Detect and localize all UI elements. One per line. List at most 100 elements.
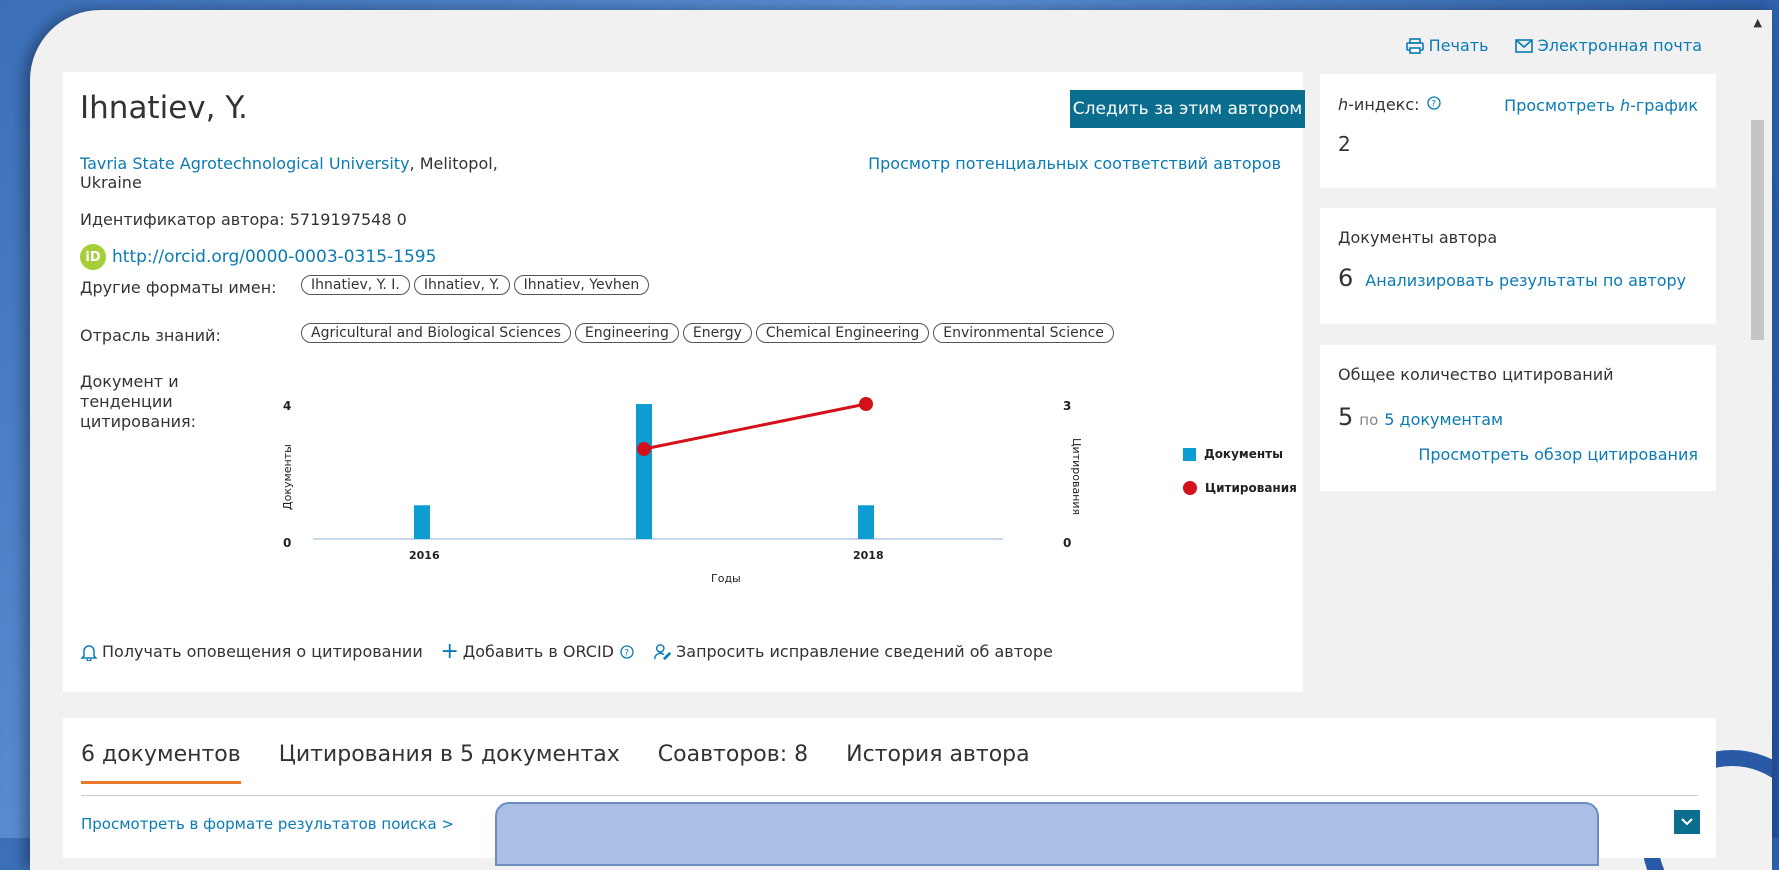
orcid-row: iD http://orcid.org/0000-0003-0315-1595 bbox=[80, 244, 436, 270]
subject-chip: Engineering bbox=[574, 323, 679, 343]
orcid-icon: iD bbox=[80, 244, 106, 270]
print-label: Печать bbox=[1428, 36, 1489, 55]
plus-icon: + bbox=[440, 639, 459, 664]
citation-alerts-link[interactable]: Получать оповещения о цитировании bbox=[80, 642, 423, 661]
overlay-panel bbox=[495, 802, 1599, 866]
author-name: Ihnatiev, Y. bbox=[80, 90, 248, 126]
analyze-results-link[interactable]: Анализировать результаты по автору bbox=[1365, 271, 1686, 290]
tab-citations[interactable]: Цитирования в 5 документах bbox=[279, 742, 620, 784]
author-documents-card: Документы автора 6 Анализировать результ… bbox=[1320, 208, 1716, 324]
top-toolbar: Печать Электронная почта bbox=[1405, 36, 1702, 55]
scrollbar-thumb[interactable] bbox=[1751, 120, 1764, 340]
trends-label: Документ и тенденции цитирования: bbox=[80, 372, 197, 431]
documents-bar bbox=[636, 404, 652, 539]
bell-icon bbox=[80, 643, 98, 661]
total-citations-title: Общее количество цитирований bbox=[1338, 365, 1614, 384]
citing-documents-link[interactable]: 5 документам bbox=[1384, 410, 1503, 429]
total-citations-count: 5 bbox=[1338, 403, 1354, 431]
h-index-card: h-индекс: ? Просмотреть h-график 2 bbox=[1320, 74, 1716, 188]
author-profile-card: Ihnatiev, Y. Следить за этим автором Tav… bbox=[63, 72, 1305, 692]
view-h-graph-suffix: -график bbox=[1630, 96, 1698, 115]
email-label: Электронная почта bbox=[1537, 36, 1702, 55]
right-tick-bottom: 0 bbox=[1063, 536, 1071, 550]
affiliation-country: Ukraine bbox=[80, 173, 142, 192]
help-icon[interactable]: ? bbox=[618, 643, 636, 661]
left-tick-bottom: 0 bbox=[283, 536, 291, 550]
results-tabs: 6 документов Цитирования в 5 документах … bbox=[81, 742, 1030, 784]
subject-chip: Energy bbox=[682, 323, 752, 343]
author-id: Идентификатор автора: 5719197548 0 bbox=[80, 210, 407, 229]
view-as-search-results-link[interactable]: Просмотреть в формате результатов поиска… bbox=[81, 815, 454, 833]
view-h-graph-prefix: Просмотреть bbox=[1504, 96, 1620, 115]
svg-text:?: ? bbox=[624, 648, 629, 658]
view-h-graph-link[interactable]: Просмотреть h-график bbox=[1504, 96, 1698, 115]
tab-author-history[interactable]: История автора bbox=[846, 742, 1030, 784]
subject-area-list: Agricultural and Biological Sciences Eng… bbox=[301, 323, 1114, 343]
author-documents-row: 6 Анализировать результаты по автору bbox=[1338, 264, 1686, 292]
printer-icon bbox=[1405, 37, 1424, 55]
total-citations-card: Общее количество цитирований 5 по 5 доку… bbox=[1320, 345, 1716, 491]
browser-page-frame: ▲ Печать Электронная почта Ihnatiev, Y. … bbox=[30, 10, 1772, 870]
affiliation-city: , Melitopol, bbox=[409, 154, 498, 173]
name-variant-chip: Ihnatiev, Y. bbox=[413, 275, 510, 295]
potential-matches-link[interactable]: Просмотр потенциальных соответствий авто… bbox=[868, 154, 1281, 173]
follow-author-button[interactable]: Следить за этим автором bbox=[1070, 90, 1305, 128]
author-affiliation: Tavria State Agrotechnological Universit… bbox=[80, 154, 540, 192]
other-names-label: Другие форматы имен: bbox=[80, 278, 277, 297]
h-letter: h bbox=[1338, 95, 1349, 114]
other-names-list: Ihnatiev, Y. I. Ihnatiev, Y. Ihnatiev, Y… bbox=[301, 275, 650, 295]
author-actions: Получать оповещения о цитировании + Доба… bbox=[80, 639, 1053, 664]
svg-text:?: ? bbox=[1431, 100, 1436, 110]
legend-item-documents: Документы bbox=[1183, 447, 1297, 461]
print-link[interactable]: Печать bbox=[1405, 36, 1489, 55]
subject-chip: Agricultural and Biological Sciences bbox=[301, 323, 571, 343]
name-variant-chip: Ihnatiev, Y. I. bbox=[301, 275, 410, 295]
y-axis-left-label: Документы bbox=[283, 444, 294, 510]
help-icon[interactable]: ? bbox=[1425, 94, 1443, 112]
h-index-label-text: -индекс: bbox=[1348, 95, 1420, 114]
chart-legend: Документы Цитирования bbox=[1183, 447, 1297, 515]
left-tick-top: 4 bbox=[283, 399, 291, 413]
x-tick-label: 2016 bbox=[409, 549, 440, 562]
subject-area-label: Отрасль знаний: bbox=[80, 326, 221, 345]
legend-citations-label: Цитирования bbox=[1205, 481, 1297, 495]
envelope-icon bbox=[1514, 37, 1533, 55]
name-variant-chip: Ihnatiev, Yevhen bbox=[513, 275, 650, 295]
documents-bar bbox=[858, 505, 874, 539]
h-index-label: h-индекс: ? bbox=[1338, 94, 1443, 114]
tabs-divider bbox=[81, 795, 1698, 796]
total-citations-row: 5 по 5 документам bbox=[1338, 403, 1503, 431]
request-correction-link[interactable]: Запросить исправление сведений об авторе bbox=[654, 642, 1053, 661]
tab-coauthors[interactable]: Соавторов: 8 bbox=[658, 742, 808, 784]
author-documents-title: Документы автора bbox=[1338, 228, 1498, 247]
view-h-graph-h: h bbox=[1619, 96, 1631, 115]
x-tick-label: 2018 bbox=[853, 549, 884, 562]
x-axis-label: Годы bbox=[711, 572, 741, 585]
legend-documents-label: Документы bbox=[1204, 447, 1283, 461]
h-index-value: 2 bbox=[1338, 132, 1351, 156]
y-axis-right-label: Цитирования bbox=[1070, 438, 1083, 515]
citations-point bbox=[859, 397, 873, 411]
add-to-orcid-label: Добавить в ORCID bbox=[462, 642, 614, 661]
citations-point bbox=[637, 442, 651, 456]
documents-bar bbox=[414, 505, 430, 539]
chevron-down-icon[interactable] bbox=[1674, 810, 1700, 834]
legend-citations-swatch bbox=[1183, 481, 1197, 495]
author-documents-count: 6 bbox=[1338, 264, 1354, 292]
document-citation-trend-chart: 4 0 3 0 Документы Цитирования Годы 2016 2… bbox=[283, 397, 1083, 585]
right-tick-top: 3 bbox=[1063, 399, 1071, 413]
legend-documents-swatch bbox=[1183, 447, 1196, 461]
email-link[interactable]: Электронная почта bbox=[1514, 36, 1702, 55]
orcid-link[interactable]: http://orcid.org/0000-0003-0315-1595 bbox=[112, 247, 436, 267]
tab-documents[interactable]: 6 документов bbox=[81, 742, 241, 784]
citation-alerts-label: Получать оповещения о цитировании bbox=[102, 642, 423, 661]
request-correction-label: Запросить исправление сведений об авторе bbox=[676, 642, 1053, 661]
scroll-up-arrow-icon[interactable]: ▲ bbox=[1754, 16, 1762, 29]
add-to-orcid-link[interactable]: + Добавить в ORCID ? bbox=[440, 639, 636, 664]
citations-by-label: по bbox=[1359, 411, 1379, 429]
citations-line bbox=[643, 402, 867, 451]
affiliation-link[interactable]: Tavria State Agrotechnological Universit… bbox=[80, 154, 410, 173]
subject-chip: Chemical Engineering bbox=[755, 323, 930, 343]
citation-overview-link[interactable]: Просмотреть обзор цитирования bbox=[1418, 445, 1698, 464]
subject-chip: Environmental Science bbox=[933, 323, 1114, 343]
